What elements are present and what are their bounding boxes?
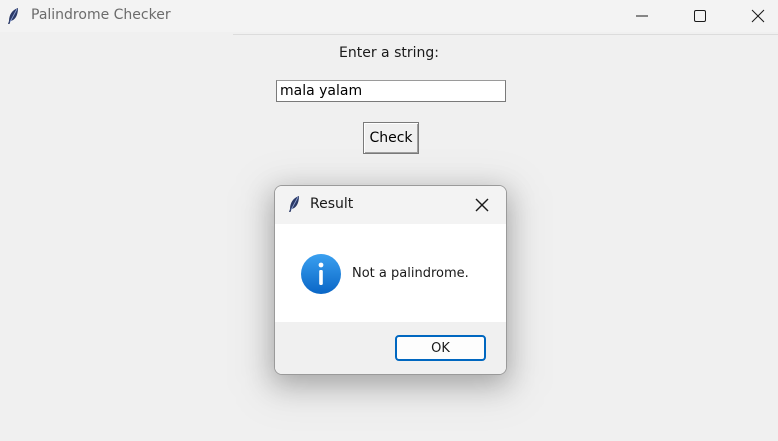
maximize-icon <box>694 10 706 22</box>
string-input[interactable]: mala yalam <box>276 80 506 102</box>
minimize-icon <box>636 15 648 17</box>
close-icon <box>475 198 489 212</box>
dialog-close-button[interactable] <box>471 194 493 216</box>
dialog-message: Not a palindrome. <box>352 266 469 281</box>
window-title: Palindrome Checker <box>31 7 171 23</box>
titlebar-divider <box>233 34 778 35</box>
feather-icon <box>6 7 20 25</box>
dialog-titlebar[interactable]: Result <box>275 186 506 224</box>
info-icon <box>301 254 341 294</box>
prompt-label: Enter a string: <box>339 45 439 61</box>
feather-icon <box>287 195 301 213</box>
close-icon <box>751 9 765 23</box>
window-titlebar[interactable]: Palindrome Checker <box>0 0 778 32</box>
close-button[interactable] <box>735 0 778 32</box>
maximize-button[interactable] <box>677 0 723 32</box>
check-button[interactable]: Check <box>363 122 419 154</box>
result-dialog: Result Not a palindrome. OK <box>274 185 507 375</box>
minimize-button[interactable] <box>619 0 665 32</box>
dialog-title: Result <box>310 196 354 212</box>
ok-button[interactable]: OK <box>395 335 486 361</box>
